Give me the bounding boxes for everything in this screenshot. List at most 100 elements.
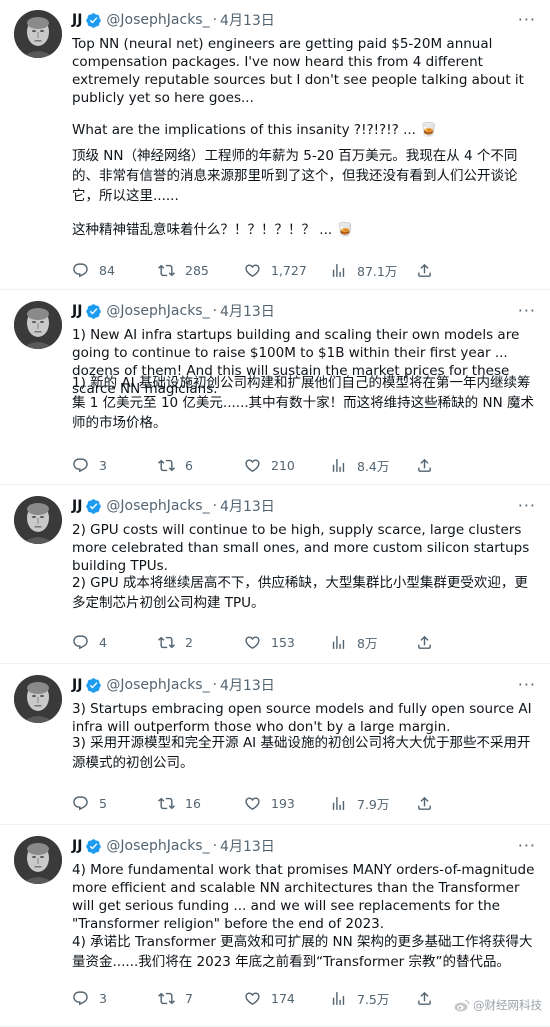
share-button[interactable] — [416, 262, 436, 279]
retweet-button[interactable]: 7 — [158, 990, 244, 1007]
more-options-icon[interactable]: ··· — [518, 836, 536, 855]
like-count: 210 — [271, 457, 295, 473]
tweet-header: JJ @JosephJacks_ · 4月13日 ··· — [72, 675, 540, 695]
tweet-timestamp[interactable]: 4月13日 — [220, 836, 275, 856]
retweet-icon — [158, 795, 185, 812]
analytics-icon — [330, 990, 357, 1007]
share-icon — [416, 262, 443, 279]
retweet-button[interactable]: 6 — [158, 457, 244, 474]
watermark: @财经网科技 — [454, 997, 542, 1013]
views-button[interactable]: 8.4万 — [330, 456, 416, 475]
more-options-icon[interactable]: ··· — [518, 675, 536, 694]
weibo-logo-icon — [454, 999, 473, 1012]
tweet-actions: 3 7 174 7.5万 — [72, 988, 462, 1008]
author-handle[interactable]: @JosephJacks_ — [106, 12, 209, 28]
tweet-timestamp[interactable]: 4月13日 — [220, 10, 275, 30]
reply-count: 3 — [99, 990, 107, 1006]
author-name[interactable]: JJ — [72, 838, 82, 854]
tweet-actions: 3 6 210 8.4万 — [72, 455, 462, 475]
separator-dot: · — [212, 12, 218, 28]
tweet-timestamp[interactable]: 4月13日 — [220, 675, 275, 695]
tweet[interactable]: JJ @JosephJacks_ · 4月13日 ··· 2) GPU costs wil… — [0, 486, 550, 664]
share-button[interactable] — [416, 457, 436, 474]
like-button[interactable]: 174 — [244, 990, 330, 1007]
tweet-text-en: What are the implications of this insani… — [72, 122, 438, 138]
retweet-button[interactable]: 2 — [158, 634, 244, 651]
tweet-header: JJ @JosephJacks_ · 4月13日 ··· — [72, 836, 540, 856]
tweet-timestamp[interactable]: 4月13日 — [220, 496, 275, 516]
reply-count: 84 — [99, 262, 115, 278]
avatar[interactable] — [14, 301, 62, 349]
separator-dot: · — [212, 838, 218, 854]
author-name[interactable]: JJ — [72, 303, 82, 319]
author-handle[interactable]: @JosephJacks_ — [106, 677, 209, 693]
share-button[interactable] — [416, 990, 436, 1007]
tweet-timestamp[interactable]: 4月13日 — [220, 301, 275, 321]
retweet-button[interactable]: 16 — [158, 795, 244, 812]
views-count: 7.9万 — [357, 796, 390, 812]
tweet[interactable]: JJ @JosephJacks_ · 4月13日 ··· Top NN (neural n… — [0, 0, 550, 290]
author-name[interactable]: JJ — [72, 12, 82, 28]
like-button[interactable]: 193 — [244, 795, 330, 812]
reply-icon — [72, 457, 99, 474]
tweet-content: JJ @JosephJacks_ · 4月13日 ··· 4) More fundamen… — [72, 836, 540, 933]
more-options-icon[interactable]: ··· — [518, 10, 536, 29]
author-name[interactable]: JJ — [72, 498, 82, 514]
avatar[interactable] — [14, 10, 62, 58]
tweet-header: JJ @JosephJacks_ · 4月13日 ··· — [72, 301, 540, 321]
reply-button[interactable]: 5 — [72, 795, 158, 812]
tweet-text-en: Top NN (neural net) engineers are gettin… — [72, 36, 529, 106]
tweet-translation: 1) 新的 AI 基础设施初创公司构建和扩展他们自己的模型将在第一年内继续筹集 … — [72, 373, 540, 433]
views-count: 7.5万 — [357, 991, 390, 1007]
retweet-count: 2 — [185, 634, 193, 650]
tweet-translation: 3) 采用开源模型和完全开源 AI 基础设施的初创公司将大大优于那些不采用开源模… — [72, 733, 540, 773]
reply-count: 5 — [99, 795, 107, 811]
tweet-actions: 84 285 1,727 87.1万 — [72, 260, 462, 280]
tweet-translation: 顶级 NN（神经网络）工程师的年薪为 5-20 百万美元。我现在从 4 个不同的… — [72, 146, 540, 240]
verified-badge-icon — [85, 498, 102, 515]
like-button[interactable]: 210 — [244, 457, 330, 474]
reply-count: 4 — [99, 634, 107, 650]
more-options-icon[interactable]: ··· — [518, 301, 536, 320]
author-name[interactable]: JJ — [72, 677, 82, 693]
avatar[interactable] — [14, 836, 62, 884]
reply-button[interactable]: 3 — [72, 990, 158, 1007]
views-button[interactable]: 87.1万 — [330, 261, 416, 280]
avatar[interactable] — [14, 675, 62, 723]
avatar[interactable] — [14, 496, 62, 544]
views-button[interactable]: 7.9万 — [330, 794, 416, 813]
tweet-text-zh: 3) 采用开源模型和完全开源 AI 基础设施的初创公司将大大优于那些不采用开源模… — [72, 735, 531, 771]
reply-button[interactable]: 3 — [72, 457, 158, 474]
separator-dot: · — [212, 303, 218, 319]
watermark-text: @财经网科技 — [473, 998, 542, 1012]
author-handle[interactable]: @JosephJacks_ — [106, 498, 209, 514]
like-button[interactable]: 1,727 — [244, 262, 330, 279]
share-icon — [416, 634, 443, 651]
reply-icon — [72, 634, 99, 651]
tweet-content: JJ @JosephJacks_ · 4月13日 ··· 2) GPU costs wil… — [72, 496, 540, 575]
like-count: 174 — [271, 990, 295, 1006]
retweet-button[interactable]: 285 — [158, 262, 244, 279]
share-button[interactable] — [416, 795, 436, 812]
tweet-actions: 4 2 153 8万 — [72, 632, 462, 652]
share-button[interactable] — [416, 634, 436, 651]
views-button[interactable]: 8万 — [330, 633, 416, 652]
more-options-icon[interactable]: ··· — [518, 496, 536, 515]
author-handle[interactable]: @JosephJacks_ — [106, 303, 209, 319]
author-handle[interactable]: @JosephJacks_ — [106, 838, 209, 854]
views-button[interactable]: 7.5万 — [330, 989, 416, 1008]
analytics-icon — [330, 795, 357, 812]
separator-dot: · — [212, 498, 218, 514]
retweet-count: 7 — [185, 990, 193, 1006]
reply-button[interactable]: 84 — [72, 262, 158, 279]
heart-icon — [244, 990, 271, 1007]
reply-button[interactable]: 4 — [72, 634, 158, 651]
like-button[interactable]: 153 — [244, 634, 330, 651]
heart-icon — [244, 795, 271, 812]
verified-badge-icon — [85, 12, 102, 29]
like-count: 193 — [271, 795, 295, 811]
reply-icon — [72, 990, 99, 1007]
tweet[interactable]: JJ @JosephJacks_ · 4月13日 ··· 3) Startups embr… — [0, 665, 550, 825]
tweet[interactable]: JJ @JosephJacks_ · 4月13日 ··· 1) New AI infra … — [0, 291, 550, 485]
verified-badge-icon — [85, 838, 102, 855]
